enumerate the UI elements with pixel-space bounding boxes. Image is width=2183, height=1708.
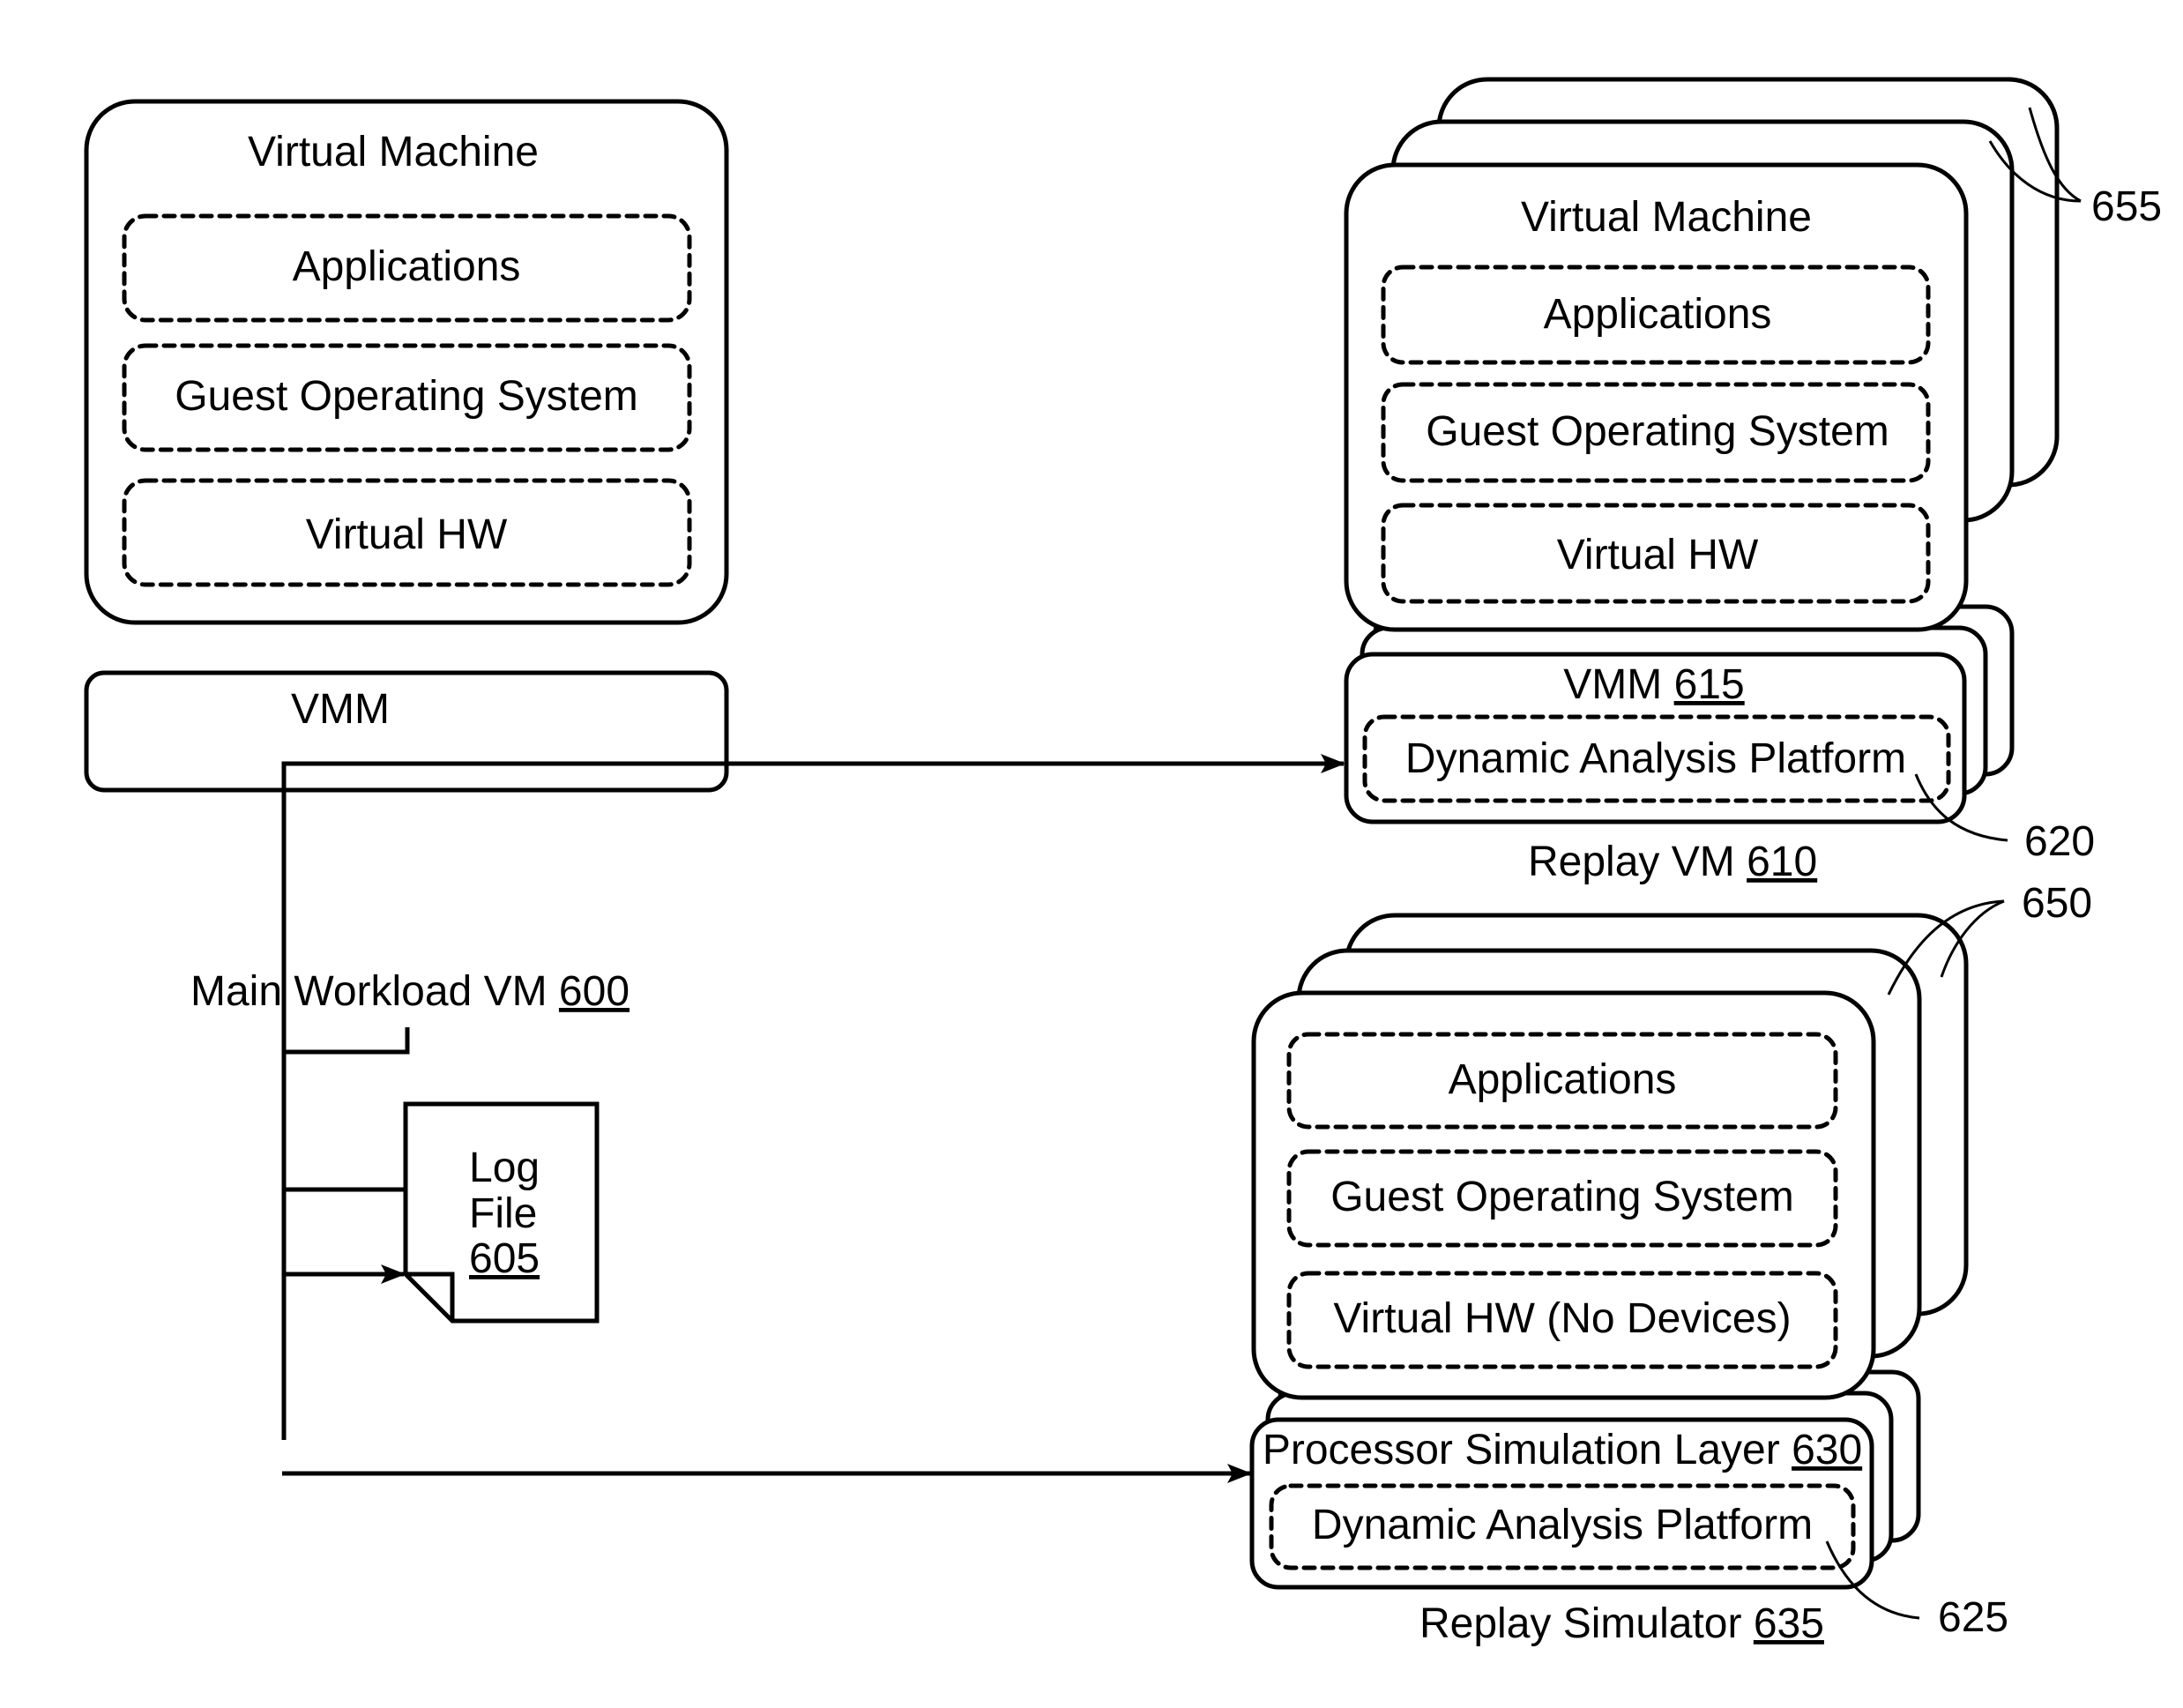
replay-vm-title: Virtual Machine: [1521, 194, 1812, 241]
replay-architecture-diagram: Virtual Machine Applications Guest Opera…: [84, 77, 2162, 1647]
replay-vmm-label: VMM 615: [1563, 661, 1744, 708]
processor-simulation-layer-ref: 630: [1792, 1427, 1862, 1473]
replay-sim-dap-ref: 625: [1938, 1594, 2008, 1641]
replay-sim-guest-os-label: Guest Operating System: [1330, 1174, 1794, 1220]
log-file-line1: Log: [469, 1145, 540, 1191]
replay-vm-virtual-hw-label: Virtual HW: [1557, 532, 1759, 578]
processor-simulation-layer-text: Processor Simulation Layer: [1263, 1427, 1792, 1473]
main-workload-vm-ref: 600: [559, 968, 630, 1015]
replay-vm-stack: Virtual Machine Applications Guest Opera…: [1344, 77, 2162, 885]
log-file-ref: 605: [469, 1235, 540, 1282]
replay-vm-stack-ref: 655: [2091, 183, 2162, 230]
log-file-line2: File: [469, 1190, 537, 1237]
replay-simulator-caption-ref: 635: [1754, 1600, 1824, 1647]
replay-sim-dap-label: Dynamic Analysis Platform: [1312, 1502, 1813, 1548]
replay-vm-caption-ref: 610: [1747, 839, 1817, 885]
replay-simulator-stack: Applications Guest Operating System Virt…: [1249, 880, 2092, 1647]
replay-vm-dap-label: Dynamic Analysis Platform: [1405, 735, 1906, 782]
replay-simulator-caption: Replay Simulator 635: [1419, 1600, 1824, 1647]
replay-vm-applications-label: Applications: [1544, 291, 1772, 338]
log-file: Log File 605: [403, 1101, 600, 1324]
replay-vm-caption: Replay VM 610: [1528, 839, 1817, 885]
replay-sim-virtual-hw-label: Virtual HW (No Devices): [1333, 1295, 1791, 1342]
caption-bracket: [284, 1027, 410, 1055]
replay-sim-applications-label: Applications: [1449, 1056, 1677, 1103]
main-vm-guest-os-label: Guest Operating System: [175, 373, 638, 420]
processor-simulation-layer-label: Processor Simulation Layer 630: [1263, 1427, 1862, 1473]
main-vm-virtual-hw-label: Virtual HW: [306, 511, 508, 558]
replay-simulator-caption-text: Replay Simulator: [1419, 1600, 1754, 1647]
replay-vm-guest-os-label: Guest Operating System: [1426, 408, 1889, 455]
main-workload-vm-caption: Main Workload VM 600: [190, 968, 630, 1015]
main-vm-applications-label: Applications: [293, 243, 521, 290]
replay-vm-dap-ref: 620: [2024, 818, 2095, 865]
replay-vmm-text: VMM: [1563, 661, 1673, 708]
replay-sim-stack-ref: 650: [2022, 880, 2092, 927]
replay-vmm-ref: 615: [1674, 661, 1745, 708]
main-workload-vm-caption-text: Main Workload VM: [190, 968, 559, 1015]
main-vm-title: Virtual Machine: [248, 129, 539, 175]
main-workload-vm: Virtual Machine Applications Guest Opera…: [84, 99, 729, 1015]
main-vmm-label: VMM: [291, 686, 390, 733]
main-vmm-box: [84, 670, 729, 793]
replay-vm-caption-text: Replay VM: [1528, 839, 1747, 885]
